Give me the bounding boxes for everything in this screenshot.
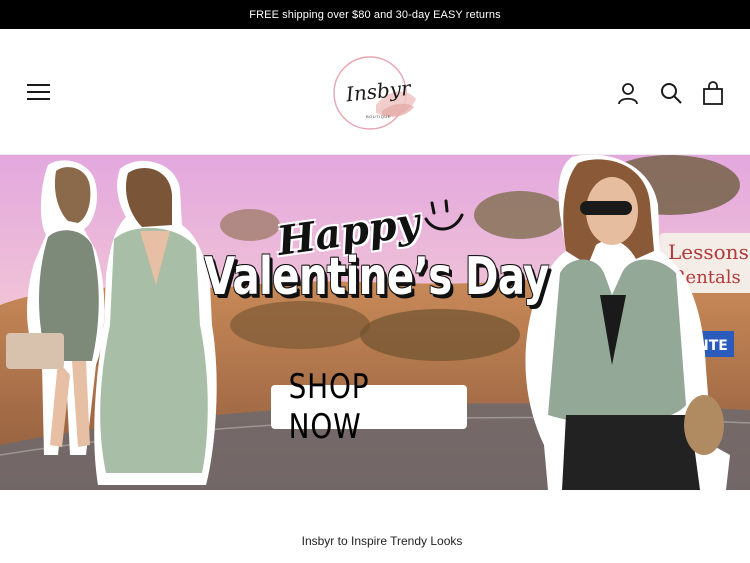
shop-now-label: SHOP NOW bbox=[288, 367, 370, 447]
logo-subtext: BOUTIQUE bbox=[366, 114, 391, 119]
shop-now-button[interactable]: SHOP NOW bbox=[271, 367, 467, 447]
smiley-icon bbox=[424, 199, 464, 231]
banner-title: Valentine’s Day bbox=[204, 247, 549, 307]
cart-icon[interactable] bbox=[701, 81, 725, 105]
hero-banner[interactable]: Lessons Rentals NTE Happy Valentine’s Da… bbox=[0, 155, 750, 490]
sign-line-1: Lessons bbox=[668, 240, 749, 264]
account-icon[interactable] bbox=[616, 81, 640, 105]
search-icon[interactable] bbox=[659, 81, 683, 105]
menu-icon[interactable] bbox=[27, 84, 51, 102]
site-header: Insbyr BOUTIQUE bbox=[0, 29, 750, 155]
logo[interactable]: Insbyr BOUTIQUE bbox=[330, 47, 422, 139]
announcement-bar: FREE shipping over $80 and 30-day EASY r… bbox=[0, 0, 750, 29]
section-tagline: Insbyr to Inspire Trendy Looks bbox=[301, 534, 463, 548]
announcement-text: FREE shipping over $80 and 30-day EASY r… bbox=[249, 8, 501, 21]
